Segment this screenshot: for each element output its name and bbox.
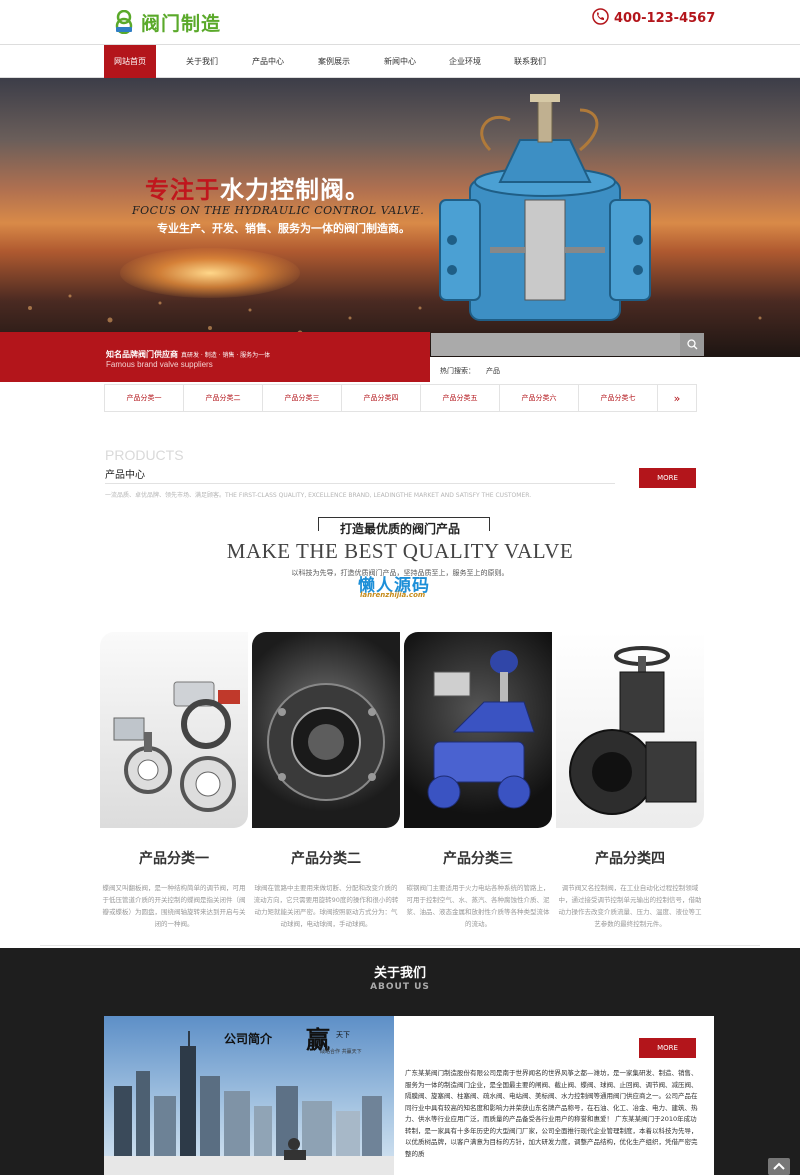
hot-search-item[interactable]: 产品 bbox=[486, 366, 500, 376]
product-image-3[interactable] bbox=[404, 632, 552, 828]
phone-number: 400-123-4567 bbox=[614, 10, 716, 26]
site-header: 阀门制造 400-123-4567 bbox=[0, 0, 800, 44]
hot-search-label: 热门搜索： bbox=[440, 367, 475, 375]
product-desc-4: 调节阀又名控制阀，在工业自动化过程控制领域中，通过接受调节控制单元输出的控制信号… bbox=[558, 884, 702, 928]
about-image-sub: 战略合作 共赢天下 bbox=[320, 1049, 362, 1055]
promo-english: Famous brand valve suppliers bbox=[106, 360, 213, 369]
products-more-button[interactable]: MORE bbox=[639, 468, 696, 488]
about-title-en: ABOUT US bbox=[370, 982, 430, 992]
banner-title-en: FOCUS ON THE HYDRAULIC CONTROL VALVE. bbox=[132, 204, 425, 217]
about-text: 广东某某阀门制造股份有限公司是南于世界闻名的世界风筝之都—潍坊，是一家集研发、制… bbox=[405, 1069, 698, 1158]
category-item-5[interactable]: 产品分类五 bbox=[420, 385, 499, 412]
product-name-4[interactable]: 产品分类四 bbox=[555, 848, 705, 868]
product-name-2[interactable]: 产品分类二 bbox=[251, 848, 401, 868]
product-name-1[interactable]: 产品分类一 bbox=[99, 848, 249, 868]
about-title-cn: 关于我们 bbox=[373, 966, 426, 981]
hydraulic-valve-illustration bbox=[439, 94, 651, 321]
category-item-2[interactable]: 产品分类二 bbox=[183, 385, 262, 412]
nav-item-environment[interactable]: 企业环境 bbox=[433, 45, 497, 78]
slogan-en: MAKE THE BEST QUALITY VALVE bbox=[226, 539, 574, 563]
category-next-arrow[interactable]: » bbox=[657, 385, 697, 412]
nav-item-cases[interactable]: 案例展示 bbox=[302, 45, 366, 78]
nav-item-about[interactable]: 关于我们 bbox=[170, 45, 234, 78]
search-icon bbox=[686, 339, 697, 350]
products-bottom-divider bbox=[40, 945, 760, 946]
hero-banner: 专注于水力控制阀。 FOCUS ON THE HYDRAULIC CONTROL… bbox=[0, 78, 800, 357]
promo-title: 知名品牌阀门供应商 真研发 · 制造 · 销售 · 服务为一体 bbox=[106, 349, 270, 360]
nav-item-home[interactable]: 网站首页 bbox=[104, 45, 156, 78]
butterfly-valve-image bbox=[113, 681, 240, 812]
product-image-4[interactable] bbox=[556, 632, 704, 828]
banner-title: 专注于水力控制阀。 bbox=[145, 170, 370, 205]
product-image-2[interactable] bbox=[252, 632, 400, 828]
ball-valve-image bbox=[267, 683, 385, 801]
nav-item-news[interactable]: 新闻中心 bbox=[368, 45, 432, 78]
category-item-3[interactable]: 产品分类三 bbox=[262, 385, 341, 412]
watermark-url: lanrenzhijia.com bbox=[360, 591, 426, 599]
search-input[interactable] bbox=[431, 333, 681, 356]
category-item-7[interactable]: 产品分类七 bbox=[578, 385, 657, 412]
main-nav: 网站首页 关于我们 产品中心 案例展示 新闻中心 企业环境 联系我们 bbox=[0, 44, 800, 78]
category-item-6[interactable]: 产品分类六 bbox=[499, 385, 578, 412]
about-image-title: 公司简介 bbox=[224, 1032, 273, 1046]
product-desc-3: 碳钢阀门主要适用于火力电站各种系统的管路上，可用于控制空气、水、蒸汽、各种腐蚀性… bbox=[406, 884, 550, 928]
about-more-button[interactable]: MORE bbox=[639, 1038, 696, 1058]
promo-tagline: 真研发 · 制造 · 销售 · 服务为一体 bbox=[181, 352, 271, 359]
nav-item-contact[interactable]: 联系我们 bbox=[498, 45, 562, 78]
promo-title-text: 知名品牌阀门供应商 bbox=[106, 350, 178, 359]
logo-icon bbox=[113, 9, 135, 35]
logo-text: 阀门制造 bbox=[141, 12, 222, 35]
category-bar: 产品分类一 产品分类二 产品分类三 产品分类四 产品分类五 产品分类六 产品分类… bbox=[104, 384, 697, 412]
products-title-en: PRODUCTS bbox=[105, 447, 184, 463]
nav-item-products[interactable]: 产品中心 bbox=[236, 45, 300, 78]
phone-block: 400-123-4567 bbox=[592, 7, 716, 29]
category-item-4[interactable]: 产品分类四 bbox=[341, 385, 420, 412]
product-name-3[interactable]: 产品分类三 bbox=[403, 848, 553, 868]
banner-title-white: 水力控制阀。 bbox=[220, 176, 370, 204]
slogan-cn: 打造最优质的阀门产品 bbox=[339, 522, 460, 536]
control-valve-image bbox=[427, 650, 535, 809]
search-button[interactable] bbox=[680, 333, 704, 356]
banner-subtitle: 专业生产、开发、销售、服务为一体的阀门制造商。 bbox=[157, 222, 410, 235]
products-title-cn: 产品中心 bbox=[105, 470, 145, 481]
product-desc-2: 球阀在管路中主要用来做切断、分配和改变介质的流动方向，它只需要用旋转90度的操作… bbox=[253, 884, 399, 928]
products-divider bbox=[105, 483, 615, 484]
about-image-small: 天下 bbox=[336, 1031, 350, 1039]
product-image-1[interactable] bbox=[100, 632, 248, 828]
phone-icon bbox=[592, 7, 609, 29]
gate-valve-image bbox=[569, 646, 697, 815]
arrow-up-icon bbox=[773, 1162, 785, 1170]
product-desc-1: 蝶阀又叫翻板阀，是一种结构简单的调节阀，可用于低压管道介质的开关控制的蝶阀是指关… bbox=[102, 884, 246, 928]
back-to-top-button[interactable] bbox=[768, 1158, 790, 1175]
banner-title-red: 专注于 bbox=[145, 176, 220, 204]
site-logo[interactable]: 阀门制造 bbox=[113, 8, 243, 36]
category-item-1[interactable]: 产品分类一 bbox=[104, 385, 183, 412]
products-description: 一流品质、卓优品牌、领先市场、满足顾客。THE FIRST-CLASS QUAL… bbox=[105, 492, 532, 499]
